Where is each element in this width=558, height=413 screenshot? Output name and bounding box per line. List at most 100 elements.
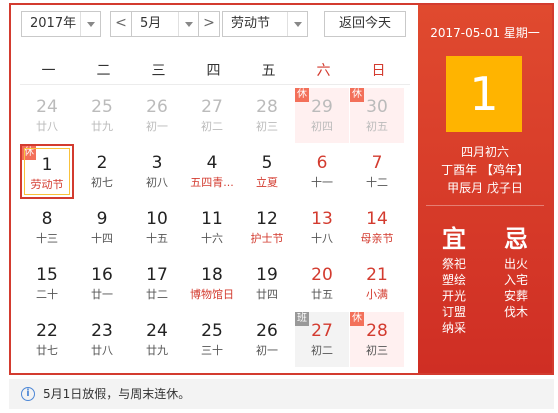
day-number: 26 [256,321,278,341]
day-cell[interactable]: 8 十三 [20,200,74,255]
day-cell[interactable]: 休 30 初五 [350,88,404,143]
day-cell[interactable]: 12 护士节 [240,200,294,255]
rest-day-badge: 休 [22,146,36,160]
day-number: 22 [36,321,58,341]
weekday-label: 日 [371,63,386,79]
rest-day-badge: 休 [350,312,364,326]
ganzhi-month-day: 甲辰月 戊子日 [447,181,523,195]
lunar-date: 十六 [201,232,223,245]
day-cell[interactable]: 19 廿四 [240,256,294,311]
month-select-value: 5月 [140,16,162,31]
day-number: 25 [201,321,223,341]
header-divider [20,84,410,85]
day-cell[interactable]: 5 立夏 [240,144,294,199]
lunar-date: 十二 [366,176,388,189]
lunar-date: 廿四 [256,288,278,301]
day-cell[interactable]: 休 28 初三 [350,312,404,367]
day-cell[interactable]: 3 初八 [130,144,184,199]
day-number: 16 [91,265,113,285]
day-cell[interactable]: 16 廿一 [75,256,129,311]
prev-month-button[interactable]: < [110,11,132,37]
info-icon: i [21,387,35,401]
ji-item: 安葬 [503,289,528,303]
day-number: 20 [311,265,333,285]
back-to-today-button[interactable]: 返回今天 [324,11,406,37]
yi-item: 塑绘 [441,273,466,287]
day-cell[interactable]: 27 初二 [185,88,239,143]
day-number: 27 [201,97,223,117]
day-cell[interactable]: 26 初一 [130,88,184,143]
day-cell[interactable]: 4 五四青... [185,144,239,199]
day-cell[interactable]: 20 廿五 [295,256,349,311]
day-detail-panel: 2017-05-01 星期一 1 四月初六 丁酉年 【鸡年】 甲辰月 戊子日 宜… [418,5,552,373]
day-number: 7 [371,153,383,173]
yi-item: 纳采 [441,321,466,335]
chevron-down-icon [287,12,307,36]
day-cell[interactable]: 22 廿七 [20,312,74,367]
yi-item: 祭祀 [441,257,466,271]
holiday-select[interactable]: 劳动节 [222,11,308,37]
day-cell[interactable]: 18 博物馆日 [185,256,239,311]
year-select[interactable]: 2017年 [21,11,101,37]
day-cell[interactable]: 24 廿九 [130,312,184,367]
ji-item: 入宅 [503,273,528,287]
lunar-date: 廿七 [36,344,58,357]
lunar-date: 三十 [201,344,223,357]
calendar-grid: 24 廿八 25 廿九 26 初一 27 初二 28 初三 休 29 初四 休 … [20,88,415,370]
lunar-date: 十八 [311,232,333,245]
lunar-date: 廿一 [91,288,113,301]
rest-day-badge: 休 [350,88,364,102]
lunar-date: 廿八 [91,344,113,357]
lunar-date: 初一 [146,120,168,133]
next-month-button[interactable]: > [198,11,220,37]
day-number: 6 [316,153,328,173]
day-cell[interactable]: 10 十五 [130,200,184,255]
day-number: 8 [41,209,53,229]
day-cell[interactable]: 休 29 初四 [295,88,349,143]
month-select[interactable]: 5月 [131,11,199,37]
day-cell[interactable]: 7 十二 [350,144,404,199]
day-cell[interactable]: 6 十一 [295,144,349,199]
lunar-date: 十一 [311,176,333,189]
lunar-date: 初二 [201,120,223,133]
day-cell[interactable]: 11 十六 [185,200,239,255]
chevron-down-icon [80,12,100,36]
day-number: 24 [36,97,58,117]
day-cell[interactable]: 25 三十 [185,312,239,367]
day-cell[interactable]: 25 廿九 [75,88,129,143]
day-cell[interactable]: 13 十八 [295,200,349,255]
day-cell[interactable]: 26 初一 [240,312,294,367]
day-cell[interactable]: 2 初七 [75,144,129,199]
lunar-date: 立夏 [256,176,278,189]
day-cell-today[interactable]: 休 1 劳动节 [20,144,74,199]
day-number: 11 [201,209,223,229]
day-number: 28 [256,97,278,117]
day-number: 17 [146,265,168,285]
lunar-date: 初五 [366,120,388,133]
day-number: 5 [261,153,273,173]
yi-list: 祭祀 塑绘 开光 订盟 纳采 [434,256,474,336]
lunar-date: 廿八 [36,120,58,133]
day-cell[interactable]: 21 小满 [350,256,404,311]
day-number: 23 [91,321,113,341]
day-cell[interactable]: 28 初三 [240,88,294,143]
day-number: 14 [366,209,388,229]
day-number: 3 [151,153,163,173]
day-cell[interactable]: 14 母亲节 [350,200,404,255]
day-cell[interactable]: 班 27 初二 [295,312,349,367]
day-cell[interactable]: 24 廿八 [20,88,74,143]
lunar-date: 初二 [311,344,333,357]
weekday-label: 六 [316,63,331,79]
day-number: 10 [146,209,168,229]
yi-item: 订盟 [441,305,466,319]
weekday-label: 二 [96,63,111,79]
day-cell[interactable]: 17 廿二 [130,256,184,311]
day-cell[interactable]: 23 廿八 [75,312,129,367]
lunar-date: 十三 [36,232,58,245]
weekday-label: 三 [151,63,166,79]
day-cell[interactable]: 15 二十 [20,256,74,311]
day-cell[interactable]: 9 十四 [75,200,129,255]
big-day-number: 1 [446,56,522,132]
lunar-date: 廿五 [311,288,333,301]
year-select-value: 2017年 [30,16,77,31]
